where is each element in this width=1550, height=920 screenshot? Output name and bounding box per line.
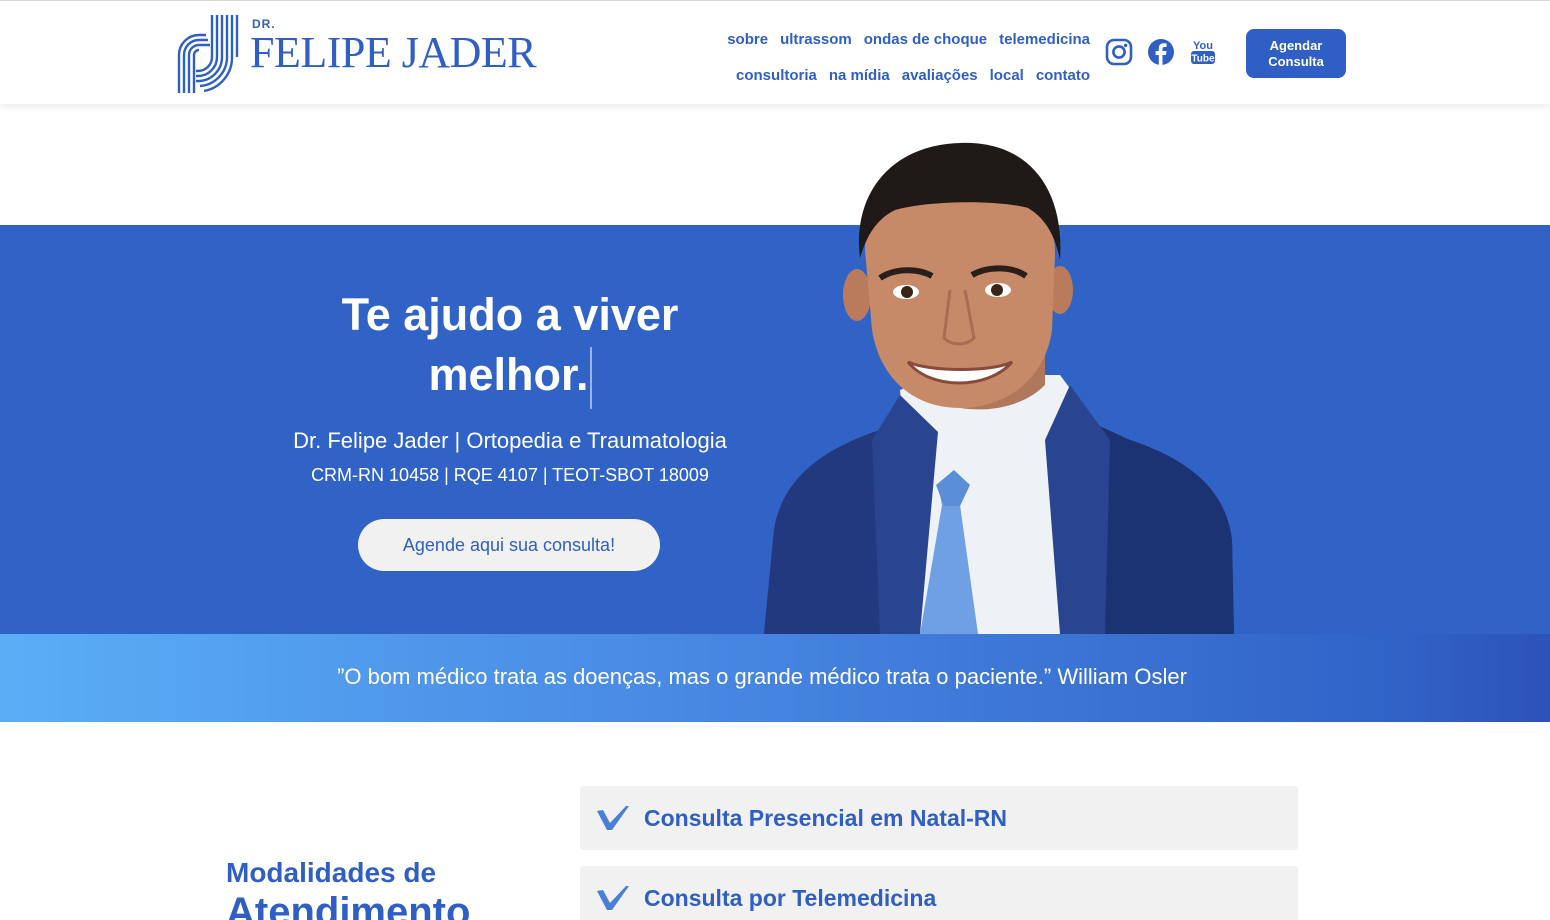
youtube-icon-text-bottom: Tube (1191, 54, 1215, 65)
nav-row-1: sobre ultrassom ondas de choque telemedi… (690, 21, 1090, 57)
nav-link-local[interactable]: local (990, 67, 1024, 84)
modalities-title-bottom: Atendimento (226, 890, 471, 920)
nav-link-ultrassom[interactable]: ultrassom (780, 31, 852, 48)
modality-card-label: Consulta Presencial em Natal-RN (644, 804, 1008, 831)
logo-mark-icon (177, 15, 239, 93)
hero-title: Te ajudo a viver melhor. (250, 285, 770, 410)
hero-credentials: CRM-RN 10458 | RQE 4107 | TEOT-SBOT 1800… (311, 465, 709, 485)
nav-row-2: consultoria na mídia avaliações local co… (690, 57, 1090, 93)
modality-card-presencial[interactable]: Consulta Presencial em Natal-RN (580, 786, 1298, 850)
quote-text: ”O bom médico trata as doenças, mas o gr… (337, 664, 1187, 689)
logo-name: FELIPE JADER (250, 28, 537, 77)
modality-card-label: Consulta por Telemedicina (644, 884, 937, 911)
main-nav: sobre ultrassom ondas de choque telemedi… (690, 21, 1090, 93)
nav-link-sobre[interactable]: sobre (727, 31, 768, 48)
book-consultation-button[interactable]: Agende aqui sua consulta! (358, 519, 660, 571)
instagram-icon[interactable] (1104, 37, 1134, 67)
nav-link-ondas-de-choque[interactable]: ondas de choque (864, 31, 987, 48)
checkmark-icon (597, 806, 629, 830)
facebook-icon[interactable] (1146, 37, 1176, 67)
modalities-title-top: Modalidades de (226, 857, 437, 888)
hero-title-line2: melhor. (428, 349, 589, 400)
quote-banner: ”O bom médico trata as doenças, mas o gr… (0, 634, 1550, 722)
modality-card-telemedicina[interactable]: Consulta por Telemedicina (580, 866, 1298, 920)
nav-link-avaliacoes[interactable]: avaliações (902, 67, 978, 84)
site-header: DR. FELIPE JADER sobre ultrassom ondas d… (0, 0, 1550, 104)
logo[interactable]: DR. FELIPE JADER (176, 13, 537, 95)
doctor-portrait (764, 142, 1234, 634)
nav-link-na-midia[interactable]: na mídia (829, 67, 890, 84)
schedule-appointment-button[interactable]: Agendar Consulta (1246, 29, 1346, 78)
nav-link-contato[interactable]: contato (1036, 67, 1090, 84)
youtube-icon[interactable]: You Tube (1188, 37, 1218, 67)
typing-cursor (589, 347, 592, 410)
nav-link-telemedicina[interactable]: telemedicina (999, 31, 1090, 48)
schedule-button-line1: Agendar (1269, 37, 1323, 53)
schedule-button-line2: Consulta (1268, 53, 1324, 69)
nav-link-consultoria[interactable]: consultoria (736, 67, 817, 84)
social-links: You Tube (1104, 37, 1218, 67)
hero-subtitle: Dr. Felipe Jader | Ortopedia e Traumatol… (293, 428, 727, 453)
checkmark-icon (597, 886, 629, 910)
youtube-icon-text-top: You (1193, 40, 1213, 52)
hero-title-line1: Te ajudo a viver (341, 289, 679, 340)
